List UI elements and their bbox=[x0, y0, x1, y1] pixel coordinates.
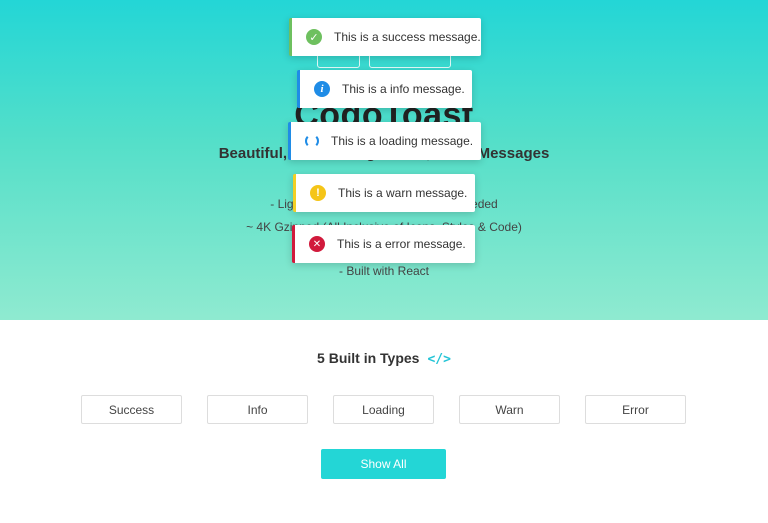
warning-icon: ! bbox=[310, 185, 326, 201]
error-button[interactable]: Error bbox=[585, 395, 686, 424]
toast-error[interactable]: ✕ This is a error message. bbox=[292, 225, 475, 263]
check-icon: ✓ bbox=[306, 29, 322, 45]
info-icon: i bbox=[314, 81, 330, 97]
toast-warn[interactable]: ! This is a warn message. bbox=[293, 174, 475, 212]
toast-message: This is a error message. bbox=[337, 237, 466, 251]
types-section-title: 5 Built in Types </> bbox=[0, 350, 768, 367]
toast-message: This is a info message. bbox=[342, 82, 465, 96]
toast-message: This is a success message. bbox=[334, 30, 481, 44]
toast-loading[interactable]: This is a loading message. bbox=[288, 122, 481, 160]
loading-button[interactable]: Loading bbox=[333, 395, 434, 424]
hero-feature-line: - Built with React bbox=[338, 264, 430, 278]
toast-message: This is a warn message. bbox=[338, 186, 468, 200]
success-button[interactable]: Success bbox=[81, 395, 182, 424]
types-title-text: 5 Built in Types bbox=[317, 350, 420, 366]
loading-spinner-icon bbox=[305, 134, 319, 148]
info-button[interactable]: Info bbox=[207, 395, 308, 424]
toast-success[interactable]: ✓ This is a success message. bbox=[289, 18, 481, 56]
toast-info[interactable]: i This is a info message. bbox=[297, 70, 472, 108]
error-x-icon: ✕ bbox=[309, 236, 325, 252]
toast-message: This is a loading message. bbox=[331, 134, 474, 148]
warn-button[interactable]: Warn bbox=[459, 395, 560, 424]
show-all-button[interactable]: Show All bbox=[321, 449, 446, 479]
code-icon[interactable]: </> bbox=[427, 352, 450, 367]
